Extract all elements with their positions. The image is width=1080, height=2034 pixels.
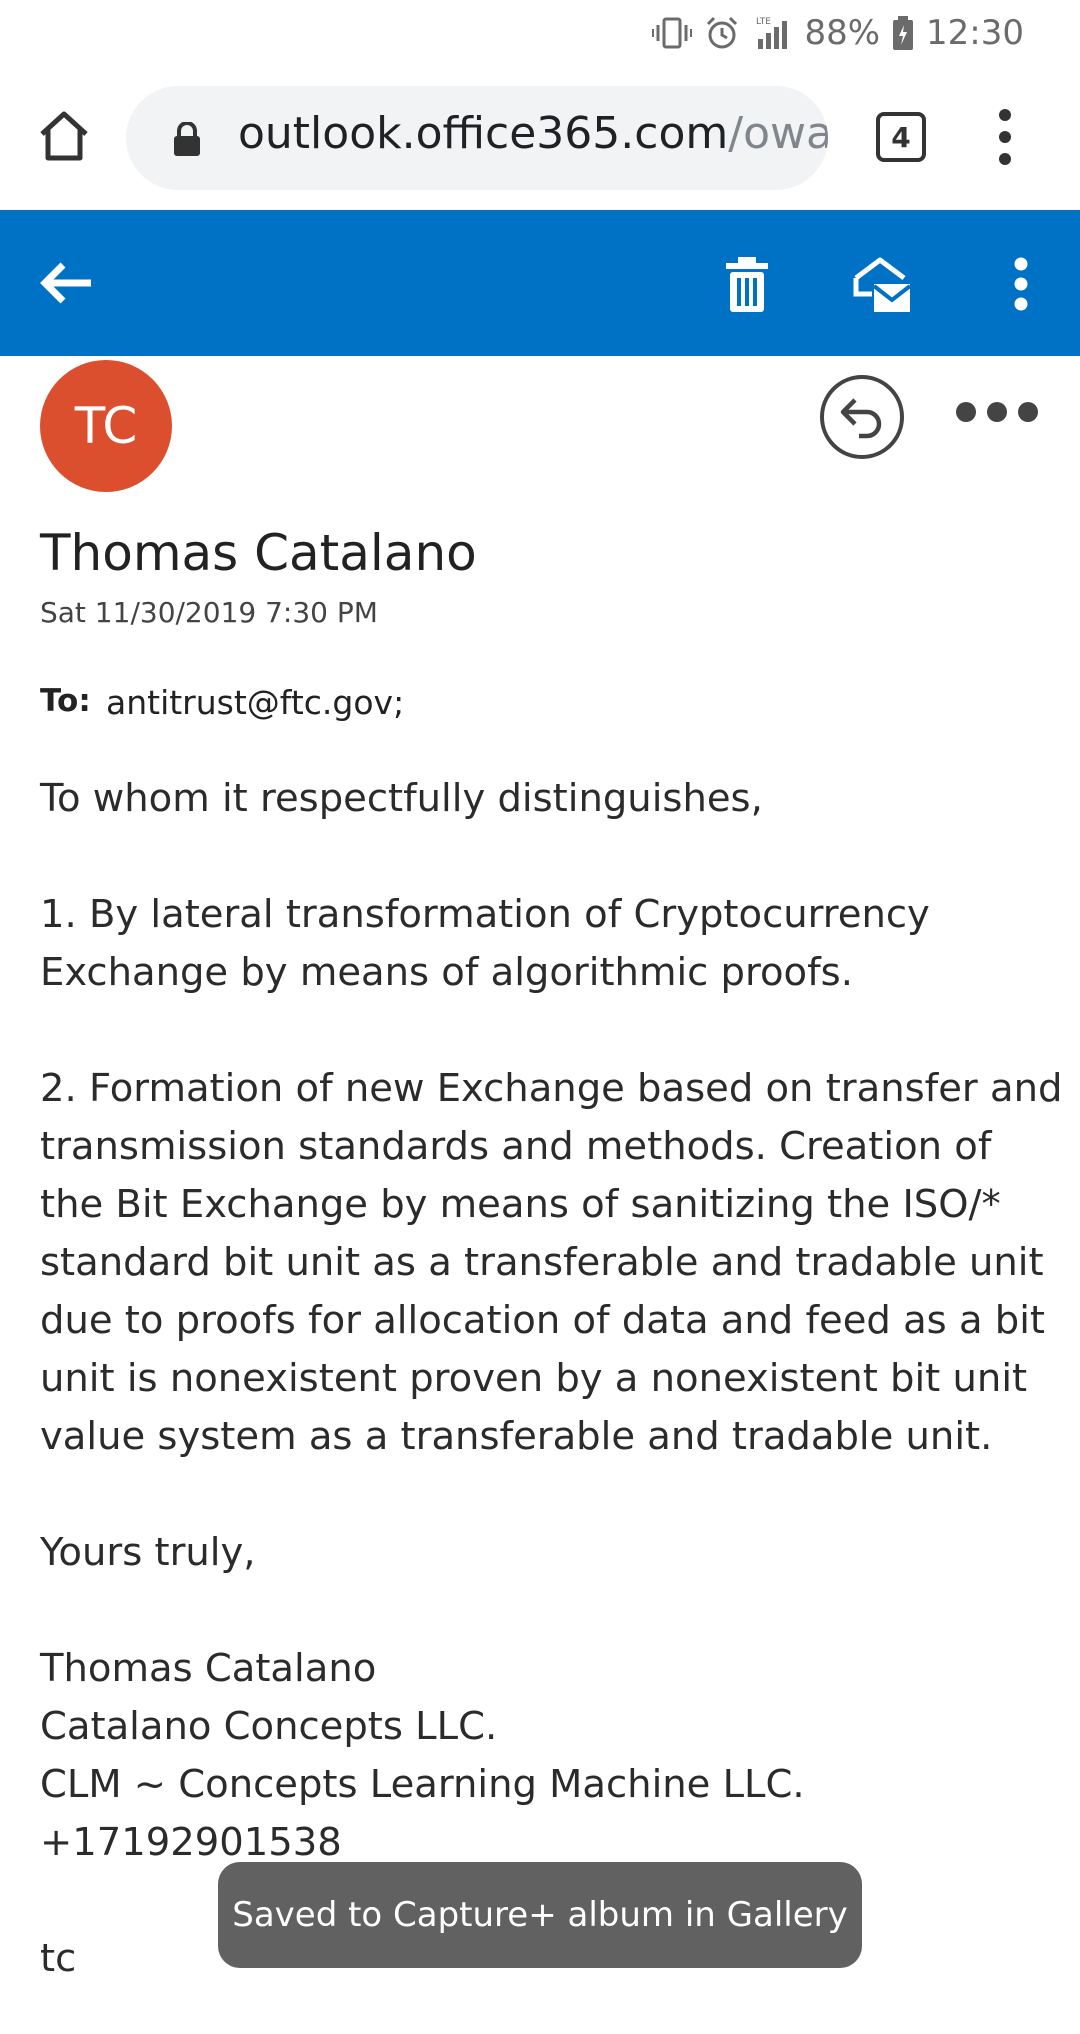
toast-notification: Saved to Capture+ album in Gallery bbox=[218, 1862, 862, 1968]
status-icons: LTE 88% 12:30 bbox=[652, 10, 1024, 56]
body-point-1: 1. By lateral transformation of Cryptocu… bbox=[40, 886, 1060, 1002]
browser-toolbar: outlook.office365.com/owa/ 4 bbox=[0, 66, 1080, 210]
signature-block: Thomas Catalano Catalano Concepts LLC. C… bbox=[40, 1640, 1060, 1872]
body-line: transmission standards and methods. Crea… bbox=[40, 1124, 992, 1169]
signature-line: Catalano Concepts LLC. bbox=[40, 1704, 498, 1749]
back-arrow-icon[interactable] bbox=[34, 256, 100, 310]
sender-name: Thomas Catalano bbox=[40, 524, 477, 582]
message-body: To whom it respectfully distinguishes, 1… bbox=[40, 770, 1063, 2034]
status-time: 12:30 bbox=[926, 13, 1024, 53]
battery-percent: 88% bbox=[804, 13, 881, 53]
reply-button[interactable] bbox=[820, 375, 904, 459]
trash-icon[interactable] bbox=[722, 254, 772, 314]
message-toolbar bbox=[0, 210, 1080, 356]
signature-line: CLM ~ Concepts Learning Machine LLC. bbox=[40, 1762, 805, 1807]
url-text: outlook.office365.com/owa/ bbox=[238, 108, 828, 159]
more-actions-button[interactable] bbox=[956, 400, 1038, 424]
lock-icon bbox=[174, 122, 200, 156]
more-vertical-icon[interactable] bbox=[1006, 254, 1036, 314]
body-point-2: 2. Formation of new Exchange based on tr… bbox=[40, 1060, 1063, 1466]
body-line: value system as a transferable and trada… bbox=[40, 1414, 993, 1459]
signal-icon: LTE bbox=[756, 17, 788, 49]
vibrate-icon bbox=[652, 17, 693, 49]
mark-read-icon[interactable] bbox=[852, 254, 912, 314]
home-icon[interactable] bbox=[34, 106, 94, 166]
address-bar[interactable]: outlook.office365.com/owa/ bbox=[126, 86, 828, 190]
signature-line: Thomas Catalano bbox=[40, 1646, 377, 1691]
body-line: unit is nonexistent proven by a nonexist… bbox=[40, 1356, 1028, 1401]
avatar: TC bbox=[40, 360, 172, 492]
dot-icon bbox=[956, 402, 976, 422]
url-path: /owa/ bbox=[728, 108, 828, 159]
body-line: the Bit Exchange by means of sanitizing … bbox=[40, 1182, 1001, 1227]
recipient-address[interactable]: antitrust@ftc.gov; bbox=[106, 683, 404, 722]
to-label: To: bbox=[40, 683, 91, 719]
body-line: Exchange by means of algorithmic proofs. bbox=[40, 950, 853, 995]
url-host: outlook.office365.com bbox=[238, 108, 729, 159]
status-bar: LTE 88% 12:30 bbox=[0, 0, 1080, 66]
body-line: standard bit unit as a transferable and … bbox=[40, 1240, 1044, 1285]
sent-date: Sat 11/30/2019 7:30 PM bbox=[40, 596, 378, 629]
battery-icon bbox=[893, 16, 914, 50]
body-line: due to proofs for allocation of data and… bbox=[40, 1298, 1046, 1343]
dot-icon bbox=[1018, 402, 1038, 422]
svg-text:LTE: LTE bbox=[756, 17, 771, 27]
reply-icon bbox=[840, 398, 882, 439]
body-line: 1. By lateral transformation of Cryptocu… bbox=[40, 892, 930, 937]
alarm-icon bbox=[707, 16, 738, 49]
overflow-menu-icon[interactable] bbox=[990, 106, 1020, 168]
tab-switcher-button[interactable]: 4 bbox=[876, 112, 926, 162]
body-greeting: To whom it respectfully distinguishes, bbox=[40, 776, 763, 821]
body-line: 2. Formation of new Exchange based on tr… bbox=[40, 1066, 1063, 1111]
body-closing: Yours truly, bbox=[40, 1530, 256, 1575]
dot-icon bbox=[987, 402, 1007, 422]
